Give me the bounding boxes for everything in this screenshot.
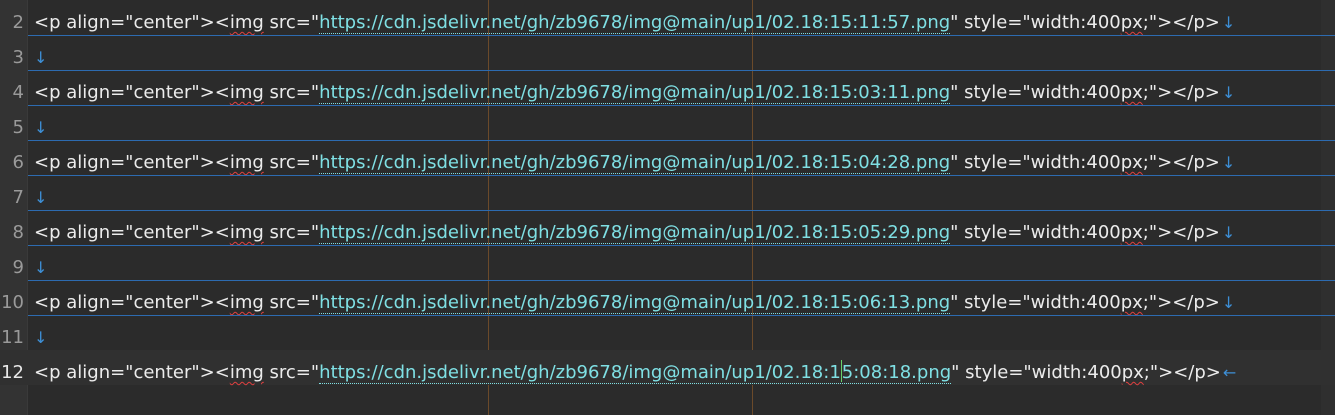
- line-number: 5: [12, 117, 24, 138]
- line-number: 4: [12, 82, 24, 103]
- line-break-marker-icon: ↓: [34, 188, 48, 207]
- line-break-marker-icon: ↓: [1221, 223, 1236, 242]
- code-text[interactable]: <p align="center"><img src="https://cdn.…: [34, 140, 1235, 175]
- line-break-marker-icon: ↓: [1221, 293, 1236, 312]
- text-editor[interactable]: 2 <p align="center"><img src="https://cd…: [0, 0, 1335, 415]
- code-text[interactable]: ↓: [34, 35, 47, 70]
- line-number: 3: [12, 47, 24, 68]
- code-text[interactable]: <p align="center"><img src="https://cdn.…: [34, 0, 1235, 35]
- code-text[interactable]: ↓: [34, 105, 47, 140]
- code-line[interactable]: 2 <p align="center"><img src="https://cd…: [0, 0, 1335, 36]
- image-url-link[interactable]: https://cdn.jsdelivr.net/gh/zb9678/img@m…: [319, 12, 951, 34]
- line-number: 2: [12, 12, 24, 33]
- line-break-marker-icon: ↓: [34, 258, 48, 277]
- code-text[interactable]: ↓: [34, 245, 47, 280]
- code-line[interactable]: 10 <p align="center"><img src="https://c…: [0, 280, 1335, 316]
- line-number: 9: [12, 257, 24, 278]
- line-number: 12: [1, 362, 24, 383]
- line-break-marker-icon: ↓: [1221, 13, 1236, 32]
- code-text[interactable]: <p align="center"><img src="https://cdn.…: [34, 210, 1235, 245]
- code-text[interactable]: <p align="center"><img src="https://cdn.…: [34, 350, 1236, 385]
- code-line[interactable]: 9 ↓: [0, 245, 1335, 281]
- code-line[interactable]: 5 ↓: [0, 105, 1335, 141]
- line-break-marker-icon: ↓: [1221, 153, 1236, 172]
- image-url-link[interactable]: https://cdn.jsdelivr.net/gh/zb9678/img@m…: [319, 360, 952, 384]
- code-text[interactable]: <p align="center"><img src="https://cdn.…: [34, 70, 1235, 105]
- image-url-link[interactable]: https://cdn.jsdelivr.net/gh/zb9678/img@m…: [319, 222, 951, 244]
- code-line[interactable]: 11 ↓: [0, 315, 1335, 351]
- code-line[interactable]: 3 ↓: [0, 35, 1335, 71]
- line-break-marker-icon: ↓: [34, 118, 48, 137]
- code-line-current[interactable]: 12 <p align="center"><img src="https://c…: [0, 350, 1335, 385]
- editor-lines: 2 <p align="center"><img src="https://cd…: [0, 0, 1335, 385]
- line-number: 10: [1, 292, 24, 313]
- line-break-marker-icon: ↓: [34, 328, 48, 347]
- image-url-link[interactable]: https://cdn.jsdelivr.net/gh/zb9678/img@m…: [319, 152, 951, 174]
- line-break-marker-icon: ↓: [34, 48, 48, 67]
- code-line[interactable]: 8 <p align="center"><img src="https://cd…: [0, 210, 1335, 246]
- line-number: 6: [12, 152, 24, 173]
- code-text[interactable]: <p align="center"><img src="https://cdn.…: [34, 280, 1235, 315]
- line-number: 8: [12, 222, 24, 243]
- image-url-link[interactable]: https://cdn.jsdelivr.net/gh/zb9678/img@m…: [319, 292, 951, 314]
- line-number: 11: [1, 327, 24, 348]
- code-text[interactable]: ↓: [34, 315, 47, 350]
- code-line[interactable]: 7 ↓: [0, 175, 1335, 211]
- code-text[interactable]: ↓: [34, 175, 47, 210]
- code-line[interactable]: 6 <p align="center"><img src="https://cd…: [0, 140, 1335, 176]
- end-of-file-marker-icon: ←: [1222, 363, 1237, 382]
- code-line[interactable]: 4 <p align="center"><img src="https://cd…: [0, 70, 1335, 106]
- line-number: 7: [12, 187, 24, 208]
- image-url-link[interactable]: https://cdn.jsdelivr.net/gh/zb9678/img@m…: [319, 82, 951, 104]
- line-break-marker-icon: ↓: [1221, 83, 1236, 102]
